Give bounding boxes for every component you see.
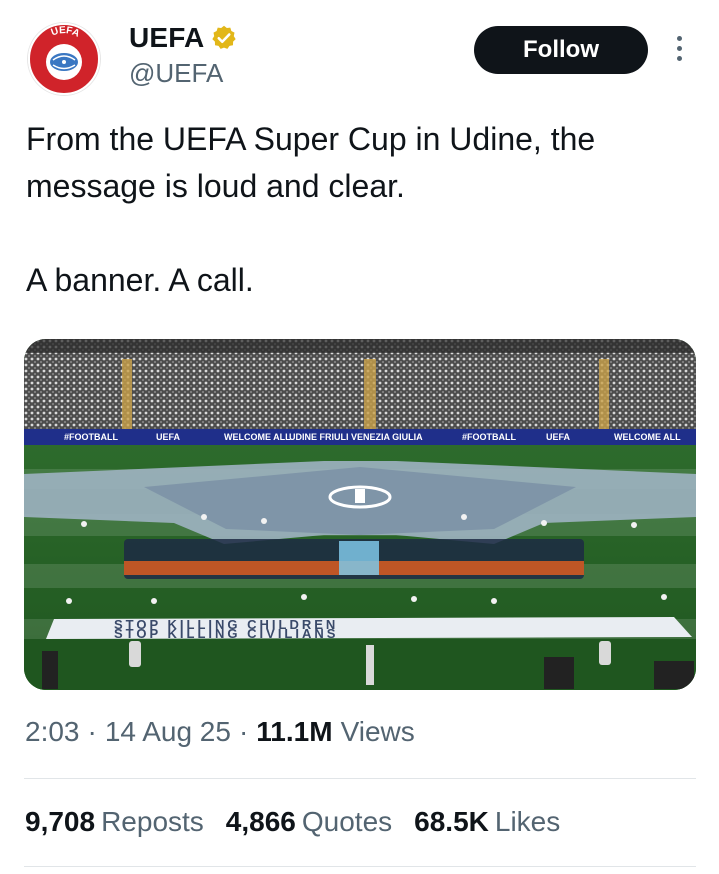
- ad-board-text: WELCOME ALL: [614, 432, 681, 442]
- name-row: UEFA: [129, 20, 238, 56]
- verified-badge-icon: [212, 25, 237, 49]
- uefa-logo-icon: UEFA: [28, 23, 100, 95]
- likes-stat[interactable]: 68.5K Likes: [414, 806, 560, 838]
- follow-button[interactable]: Follow: [474, 26, 648, 74]
- handle[interactable]: @UEFA: [129, 58, 223, 89]
- divider: [24, 778, 696, 779]
- quotes-stat[interactable]: 4,866 Quotes: [226, 806, 392, 838]
- ad-board-text: #FOOTBALL: [462, 432, 516, 442]
- tweet-text-line: A banner. A call.: [26, 262, 254, 298]
- views-label: Views: [340, 716, 415, 747]
- banner-text: STOP KILLING CIVILIANS: [114, 626, 338, 641]
- views-count: 11.1M: [256, 716, 333, 747]
- tweet-text: From the UEFA Super Cup in Udine, the me…: [26, 116, 696, 304]
- reposts-stat[interactable]: 9,708 Reposts: [25, 806, 204, 838]
- ad-board-text: UDINE FRIULI VENEZIA GIULIA: [289, 432, 423, 442]
- display-name[interactable]: UEFA: [129, 22, 204, 54]
- divider: [24, 866, 696, 867]
- likes-label: Likes: [494, 806, 561, 837]
- ad-board-text: UEFA: [156, 432, 181, 442]
- more-options-icon[interactable]: [672, 36, 686, 66]
- tweet-time[interactable]: 2:03: [25, 716, 80, 748]
- separator-dot: ·: [238, 716, 249, 747]
- tweet-header: UEFA UEFA @UEFA Follow: [0, 0, 719, 110]
- ad-board-text: WELCOME ALL: [224, 432, 291, 442]
- ad-board-text: #FOOTBALL: [64, 432, 118, 442]
- likes-count: 68.5K: [414, 806, 489, 837]
- tweet-media-image[interactable]: #FOOTBALL UEFA WELCOME ALL UDINE FRIULI …: [24, 339, 696, 690]
- separator-dot: ·: [87, 716, 97, 747]
- quotes-label: Quotes: [301, 806, 393, 837]
- tweet-date[interactable]: 14 Aug 25: [105, 716, 231, 748]
- tweet-text-line: From the UEFA Super Cup in Udine, the me…: [26, 121, 596, 204]
- avatar[interactable]: UEFA: [27, 22, 101, 96]
- engagement-stats: 9,708 Reposts 4,866 Quotes 68.5K Likes: [25, 806, 582, 838]
- tweet-meta: 2:03 · 14 Aug 25 · 11.1M Views: [25, 716, 415, 748]
- reposts-count: 9,708: [25, 806, 96, 837]
- reposts-label: Reposts: [101, 806, 204, 837]
- ad-board-text: UEFA: [546, 432, 571, 442]
- quotes-count: 4,866: [225, 806, 296, 837]
- stadium-photo: #FOOTBALL UEFA WELCOME ALL UDINE FRIULI …: [24, 339, 696, 690]
